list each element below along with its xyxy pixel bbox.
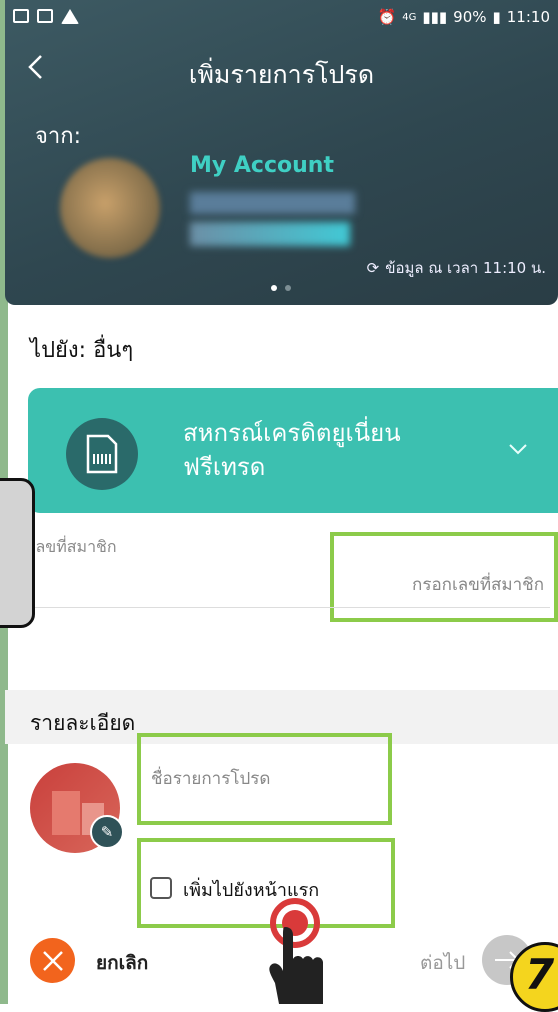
cancel-button[interactable] — [30, 938, 75, 983]
favorite-name-placeholder: ชื่อรายการโปรด — [151, 769, 271, 789]
favorite-name-input[interactable]: ชื่อรายการโปรด — [137, 733, 392, 825]
account-number-blurred — [190, 192, 355, 214]
pointing-hand-icon — [269, 927, 323, 1004]
battery-icon: ▮ — [492, 8, 501, 26]
signal-icon: ▮▮▮ — [422, 8, 448, 26]
close-icon — [42, 950, 63, 971]
alarm-icon: ⏰ — [377, 8, 397, 26]
destination-label: ไปยัง: อื่นๆ — [30, 338, 134, 363]
page-title: เพิ่มรายการโปรด — [188, 60, 375, 89]
member-number-input[interactable]: กรอกเลขที่สมาชิก — [330, 532, 558, 622]
status-right: ⏰ 4G ▮▮▮ 90% ▮ 11:10 — [378, 8, 550, 26]
gallery-notification-icon — [37, 9, 53, 23]
data-time-text: ข้อมูล ณ เวลา 11:10 น. — [385, 259, 546, 277]
bank-name-line1: สหกรณ์เครดิตยูเนี่ยน — [183, 419, 401, 447]
account-balance-blurred — [190, 222, 350, 246]
account-name[interactable]: My Account — [190, 153, 334, 178]
image-notification-icon — [13, 9, 29, 23]
bank-name-line2: ฟรีเทรด — [183, 453, 266, 481]
cancel-label[interactable]: ยกเลิก — [96, 948, 148, 978]
divider — [30, 607, 550, 608]
carousel-dot-active[interactable] — [271, 285, 277, 291]
account-header: ⏰ 4G ▮▮▮ 90% ▮ 11:10 เพิ่มรายการโปรด จาก… — [5, 0, 558, 305]
refresh-icon[interactable]: ⟳ — [367, 259, 380, 277]
status-bar: ⏰ 4G ▮▮▮ 90% ▮ 11:10 — [5, 0, 558, 36]
notification-icons — [13, 9, 79, 24]
member-number-label: เลขที่สมาชิก — [30, 537, 117, 556]
warning-icon — [61, 9, 79, 24]
data-timestamp: ⟳ ข้อมูล ณ เวลา 11:10 น. — [367, 256, 546, 280]
document-icon — [66, 418, 138, 490]
add-to-home-checkbox[interactable] — [150, 877, 172, 899]
add-to-home-option[interactable]: เพิ่มไปยังหน้าแรก — [137, 838, 395, 928]
battery-level: 90% — [453, 8, 487, 26]
next-label[interactable]: ต่อไป — [420, 948, 465, 978]
chevron-down-icon[interactable] — [508, 436, 528, 460]
clock: 11:10 — [506, 8, 550, 26]
callout-box — [0, 478, 35, 628]
bank-selector[interactable]: สหกรณ์เครดิตยูเนี่ยน ฟรีเทรด — [28, 388, 558, 513]
account-avatar — [60, 158, 160, 258]
member-number-placeholder: กรอกเลขที่สมาชิก — [412, 575, 544, 595]
building-shape — [52, 791, 80, 835]
pencil-icon[interactable]: ✎ — [90, 815, 124, 849]
bank-name: สหกรณ์เครดิตยูเนี่ยน ฟรีเทรด — [183, 416, 401, 484]
carousel-dot[interactable] — [285, 285, 291, 291]
from-label: จาก: — [35, 124, 81, 149]
network-type: 4G — [402, 11, 417, 23]
details-label: รายละเอียด — [30, 711, 136, 735]
carousel-indicator — [271, 285, 291, 291]
